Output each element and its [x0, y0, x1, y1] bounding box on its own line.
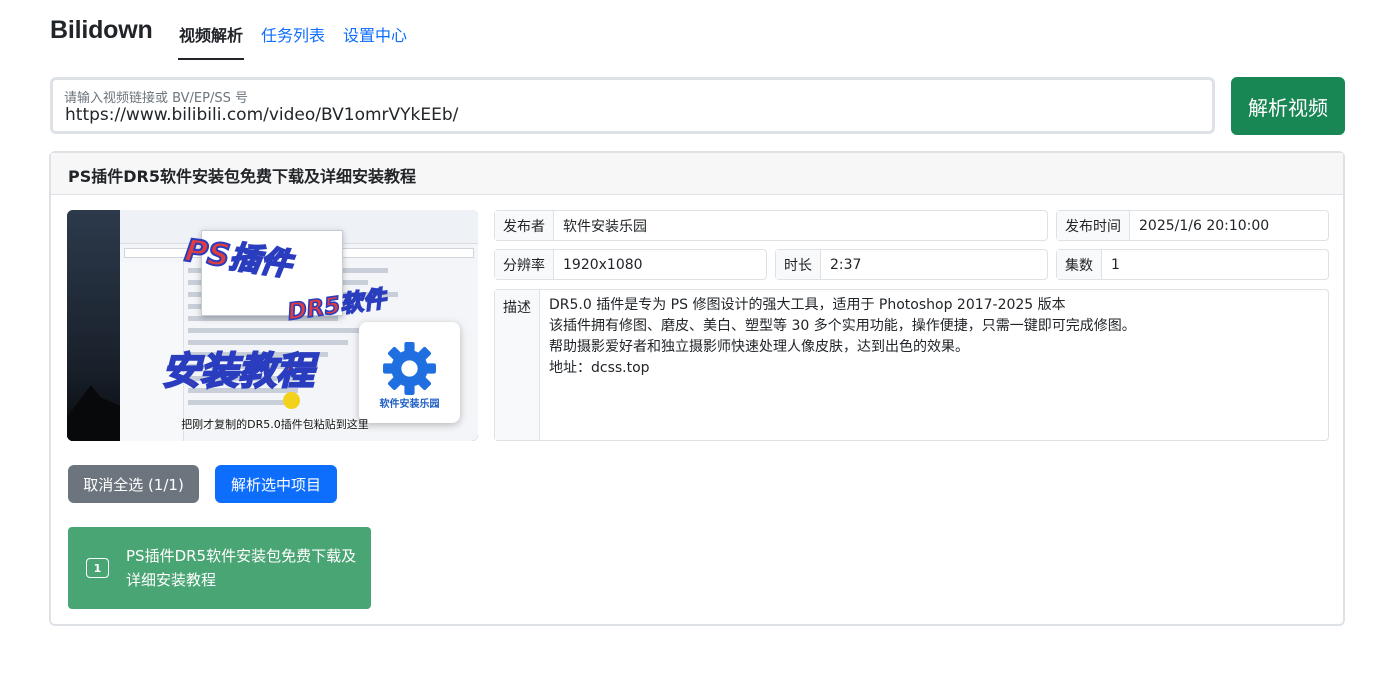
duration-field: 时长 2:37 — [775, 249, 1048, 280]
description-label: 描述 — [495, 290, 540, 440]
channel-logo-text: 软件安装乐园 — [379, 399, 440, 410]
nav-tab-tasks[interactable]: 任务列表 — [260, 18, 326, 60]
duration-value: 2:37 — [830, 256, 862, 273]
episode-title: PS插件DR5软件安装包免费下载及详细安装教程 — [126, 547, 357, 589]
app-brand: Bilidown — [50, 16, 153, 44]
parse-selected-button[interactable]: 解析选中项目 — [215, 465, 337, 503]
gear-icon — [383, 342, 436, 395]
description-line: 地址：dcss.top — [549, 360, 650, 376]
episodes-value: 1 — [1111, 256, 1120, 273]
resolution-value: 1920x1080 — [563, 256, 643, 273]
channel-logo: 软件安装乐园 — [359, 322, 460, 423]
episodes-label: 集数 — [1057, 250, 1102, 279]
nav-tab-parse[interactable]: 视频解析 — [178, 18, 245, 60]
episode-item[interactable]: 1 PS插件DR5软件安装包免费下载及详细安装教程 — [68, 527, 371, 609]
cursor-highlight-icon — [283, 392, 300, 409]
nav-tab-settings[interactable]: 设置中心 — [342, 18, 408, 60]
pubtime-label: 发布时间 — [1057, 211, 1130, 240]
deselect-all-button[interactable]: 取消全选 (1/1) — [68, 465, 199, 503]
thumbnail-caption: 把刚才复制的DR5.0插件包粘贴到这里 — [181, 418, 369, 431]
main-nav: 视频解析 任务列表 设置中心 — [178, 18, 424, 60]
duration-label: 时长 — [776, 250, 821, 279]
description-line: 该插件拥有修图、磨皮、美白、塑型等 30 多个实用功能，操作便捷，只需一键即可完… — [549, 318, 1136, 334]
description-field: 描述 DR5.0 插件是专为 PS 修图设计的强大工具，适用于 Photosho… — [494, 289, 1329, 441]
url-input-value[interactable]: https://www.bilibili.com/video/BV1omrVYk… — [65, 105, 458, 125]
video-title: PS插件DR5软件安装包免费下载及详细安装教程 — [51, 153, 1343, 195]
pubtime-field: 发布时间 2025/1/6 20:10:00 — [1056, 210, 1329, 241]
publisher-field: 发布者 软件安装乐园 — [494, 210, 1048, 241]
thumbnail-overlay-text-3: 安装教程 — [161, 348, 315, 394]
description-text: DR5.0 插件是专为 PS 修图设计的强大工具，适用于 Photoshop 2… — [540, 290, 1145, 440]
video-thumbnail: PS插件 DR5软件 安装教程 软件安装乐园 把刚才复制的DR5.0插件包粘贴到… — [67, 210, 478, 441]
description-line: DR5.0 插件是专为 PS 修图设计的强大工具，适用于 Photoshop 2… — [549, 297, 1066, 313]
resolution-field: 分辨率 1920x1080 — [494, 249, 767, 280]
episodes-field: 集数 1 — [1056, 249, 1329, 280]
url-input-label: 请输入视频链接或 BV/EP/SS 号 — [64, 91, 248, 106]
episode-index-badge: 1 — [86, 558, 109, 578]
video-card: PS插件DR5软件安装包免费下载及详细安装教程 PS插件 DR5软件 安装教程 — [49, 151, 1345, 626]
pubtime-value: 2025/1/6 20:10:00 — [1139, 217, 1270, 234]
publisher-label: 发布者 — [495, 211, 554, 240]
publisher-value: 软件安装乐园 — [563, 218, 647, 235]
url-input[interactable]: 请输入视频链接或 BV/EP/SS 号 https://www.bilibili… — [50, 77, 1215, 134]
resolution-label: 分辨率 — [495, 250, 554, 279]
description-line: 帮助摄影爱好者和独立摄影师快速处理人像皮肤，达到出色的效果。 — [549, 339, 969, 355]
parse-video-button[interactable]: 解析视频 — [1231, 77, 1345, 135]
